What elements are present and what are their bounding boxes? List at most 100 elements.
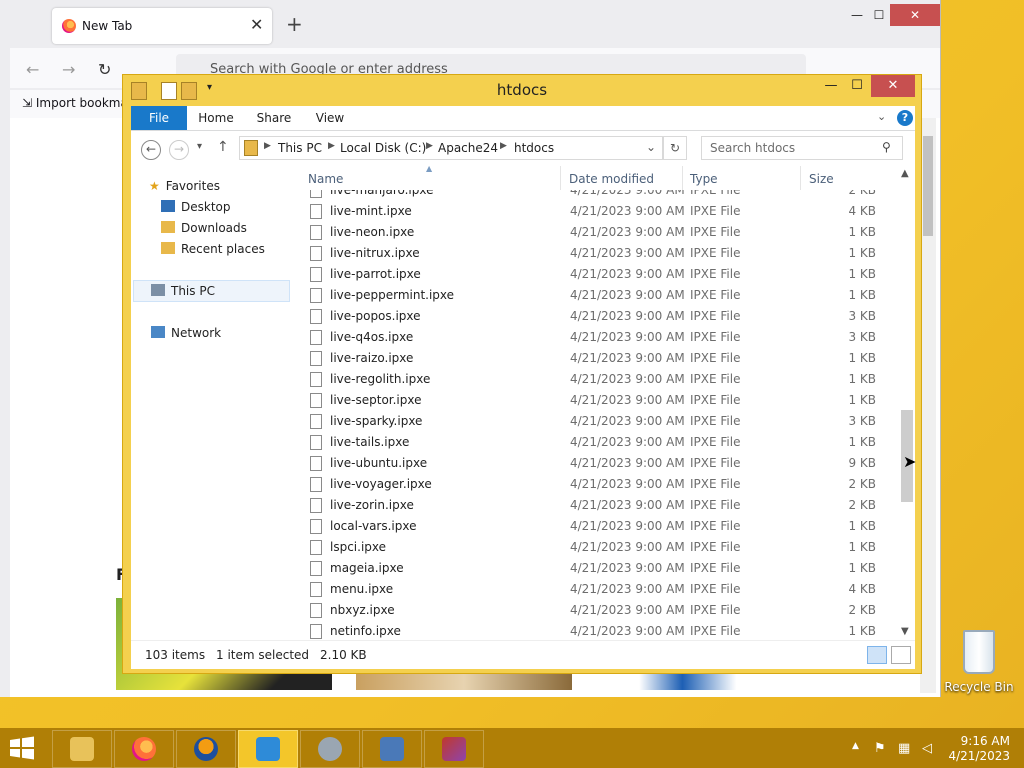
file-icon: [310, 498, 322, 513]
file-row[interactable]: mageia.ipxe 4/21/2023 9:00 AM IPXE File 1 K…: [306, 558, 890, 579]
column-date-modified[interactable]: Date modified: [569, 172, 654, 186]
file-row[interactable]: live-voyager.ipxe 4/21/2023 9:00 AM IPXE F…: [306, 474, 890, 495]
file-row[interactable]: live-popos.ipxe 4/21/2023 9:00 AM IPXE Fil…: [306, 306, 890, 327]
browser-close-button[interactable]: ✕: [890, 4, 940, 26]
help-icon[interactable]: ?: [897, 110, 913, 126]
up-button[interactable]: ↑: [217, 139, 229, 155]
file-row[interactable]: live-tails.ipxe 4/21/2023 9:00 AM IPXE Fil…: [306, 432, 890, 453]
column-type[interactable]: Type: [690, 172, 718, 186]
tab-file[interactable]: File: [131, 106, 187, 130]
chevron-down-icon[interactable]: ⌄: [877, 110, 886, 123]
file-row[interactable]: menu.ipxe 4/21/2023 9:00 AM IPXE File 4 KB: [306, 579, 890, 600]
file-row[interactable]: local-vars.ipxe 4/21/2023 9:00 AM IPXE Fil…: [306, 516, 890, 537]
reload-icon[interactable]: ↻: [98, 60, 111, 79]
volume-muted-icon[interactable]: ◁: [922, 741, 932, 756]
file-name: netinfo.ipxe: [330, 624, 401, 638]
browser-tab[interactable]: New Tab ✕: [52, 8, 272, 44]
tab-share[interactable]: Share: [251, 106, 297, 130]
network-status-icon[interactable]: ▦: [898, 741, 910, 756]
close-icon[interactable]: ✕: [250, 16, 263, 34]
file-row[interactable]: live-nitrux.ipxe 4/21/2023 9:00 AM IPXE Fi…: [306, 243, 890, 264]
file-date-modified: 4/21/2023 9:00 AM: [570, 414, 685, 428]
file-row[interactable]: live-peppermint.ipxe 4/21/2023 9:00 AM IPX…: [306, 285, 890, 306]
file-size: 1 KB: [848, 372, 876, 386]
column-divider[interactable]: [560, 166, 561, 190]
start-button[interactable]: [6, 734, 38, 762]
taskbar-firefox[interactable]: [114, 730, 174, 768]
file-row[interactable]: live-regolith.ipxe 4/21/2023 9:00 AM IPXE …: [306, 369, 890, 390]
file-row[interactable]: live-zorin.ipxe 4/21/2023 9:00 AM IPXE Fil…: [306, 495, 890, 516]
file-name: local-vars.ipxe: [330, 519, 417, 533]
file-row[interactable]: live-septor.ipxe 4/21/2023 9:00 AM IPXE Fi…: [306, 390, 890, 411]
file-row[interactable]: netinfo.ipxe 4/21/2023 9:00 AM IPXE File 1 …: [306, 621, 890, 640]
file-size: 1 KB: [848, 561, 876, 575]
file-row[interactable]: live-manjaro.ipxe 4/21/2023 9:00 AM IPXE F…: [306, 190, 890, 201]
file-date-modified: 4/21/2023 9:00 AM: [570, 288, 685, 302]
scroll-up-icon[interactable]: ▲: [901, 168, 909, 179]
file-icon: [310, 351, 322, 366]
explorer-close-button[interactable]: ✕: [871, 75, 915, 97]
import-bookmarks-link[interactable]: ⇲ Import bookma: [22, 96, 128, 110]
column-divider[interactable]: [682, 166, 683, 190]
file-icon: [310, 190, 322, 198]
search-input[interactable]: Search htdocs ⚲: [701, 136, 903, 160]
file-row[interactable]: live-neon.ipxe 4/21/2023 9:00 AM IPXE File…: [306, 222, 890, 243]
column-name[interactable]: Name: [308, 172, 343, 186]
taskbar-user-app[interactable]: [238, 730, 298, 768]
file-name: live-peppermint.ipxe: [330, 288, 455, 302]
show-hidden-icons-icon[interactable]: ▲: [852, 741, 859, 751]
back-button[interactable]: ←: [141, 140, 161, 160]
file-row[interactable]: nbxyz.ipxe 4/21/2023 9:00 AM IPXE File 2 KB: [306, 600, 890, 621]
taskbar-firefox-alt[interactable]: [176, 730, 236, 768]
file-row[interactable]: live-sparky.ipxe 4/21/2023 9:00 AM IPXE Fi…: [306, 411, 890, 432]
nav-recent-places[interactable]: Recent places: [161, 239, 265, 259]
nav-desktop[interactable]: Desktop: [161, 197, 231, 217]
nav-network[interactable]: Network: [151, 323, 221, 343]
file-date-modified: 4/21/2023 9:00 AM: [570, 540, 685, 554]
forward-button[interactable]: →: [169, 140, 189, 160]
user-app-icon: [256, 737, 280, 761]
taskbar-keyboard-app[interactable]: [362, 730, 422, 768]
address-bar[interactable]: ▶ This PC ▶ Local Disk (C:) ▶ Apache24 ▶…: [239, 136, 663, 160]
column-size[interactable]: Size: [809, 172, 834, 186]
nav-favorites[interactable]: ★ Favorites: [149, 176, 220, 196]
taskbar-file-explorer[interactable]: [52, 730, 112, 768]
details-view-button[interactable]: [867, 646, 887, 664]
forward-icon[interactable]: →: [62, 60, 75, 79]
file-row[interactable]: live-q4os.ipxe 4/21/2023 9:00 AM IPXE File…: [306, 327, 890, 348]
file-row[interactable]: live-raizo.ipxe 4/21/2023 9:00 AM IPXE Fil…: [306, 348, 890, 369]
explorer-title-bar[interactable]: ▾ htdocs — ☐ ✕: [123, 75, 921, 105]
file-name: live-regolith.ipxe: [330, 372, 431, 386]
nav-downloads[interactable]: Downloads: [161, 218, 247, 238]
file-list-scrollbar[interactable]: ▲ ▼: [898, 166, 915, 640]
breadcrumb-local-disk[interactable]: Local Disk (C:): [340, 141, 426, 155]
chevron-down-icon[interactable]: ⌄: [646, 140, 656, 154]
file-date-modified: 4/21/2023 9:00 AM: [570, 519, 685, 533]
column-divider[interactable]: [800, 166, 801, 190]
file-row[interactable]: live-parrot.ipxe 4/21/2023 9:00 AM IPXE Fi…: [306, 264, 890, 285]
taskbar-apache[interactable]: [424, 730, 484, 768]
file-row[interactable]: lspci.ipxe 4/21/2023 9:00 AM IPXE File 1 KB: [306, 537, 890, 558]
tab-view[interactable]: View: [307, 106, 353, 130]
file-date-modified: 4/21/2023 9:00 AM: [570, 603, 685, 617]
file-row[interactable]: live-ubuntu.ipxe 4/21/2023 9:00 AM IPXE Fi…: [306, 453, 890, 474]
breadcrumb-htdocs[interactable]: htdocs: [514, 141, 554, 155]
maximize-button[interactable]: ☐: [847, 75, 867, 97]
back-icon[interactable]: ←: [26, 60, 39, 79]
new-tab-button[interactable]: +: [286, 14, 303, 34]
refresh-button[interactable]: ↻: [663, 136, 687, 160]
scroll-down-icon[interactable]: ▼: [901, 626, 909, 637]
nav-this-pc[interactable]: This PC: [151, 281, 215, 301]
clock[interactable]: 9:16 AM 4/21/2023: [948, 734, 1010, 764]
taskbar-media-app[interactable]: [300, 730, 360, 768]
browser-scrollbar-thumb[interactable]: [923, 136, 933, 236]
large-icons-view-button[interactable]: [891, 646, 911, 664]
file-row[interactable]: live-mint.ipxe 4/21/2023 9:00 AM IPXE File…: [306, 201, 890, 222]
breadcrumb-apache24[interactable]: Apache24: [438, 141, 498, 155]
minimize-button[interactable]: —: [821, 75, 841, 97]
breadcrumb-this-pc[interactable]: This PC: [278, 141, 322, 155]
action-center-flag-icon[interactable]: ⚑: [874, 741, 886, 756]
recent-locations-icon[interactable]: ▾: [197, 141, 202, 152]
tab-home[interactable]: Home: [193, 106, 239, 130]
recycle-bin[interactable]: Recycle Bin: [944, 630, 1014, 700]
